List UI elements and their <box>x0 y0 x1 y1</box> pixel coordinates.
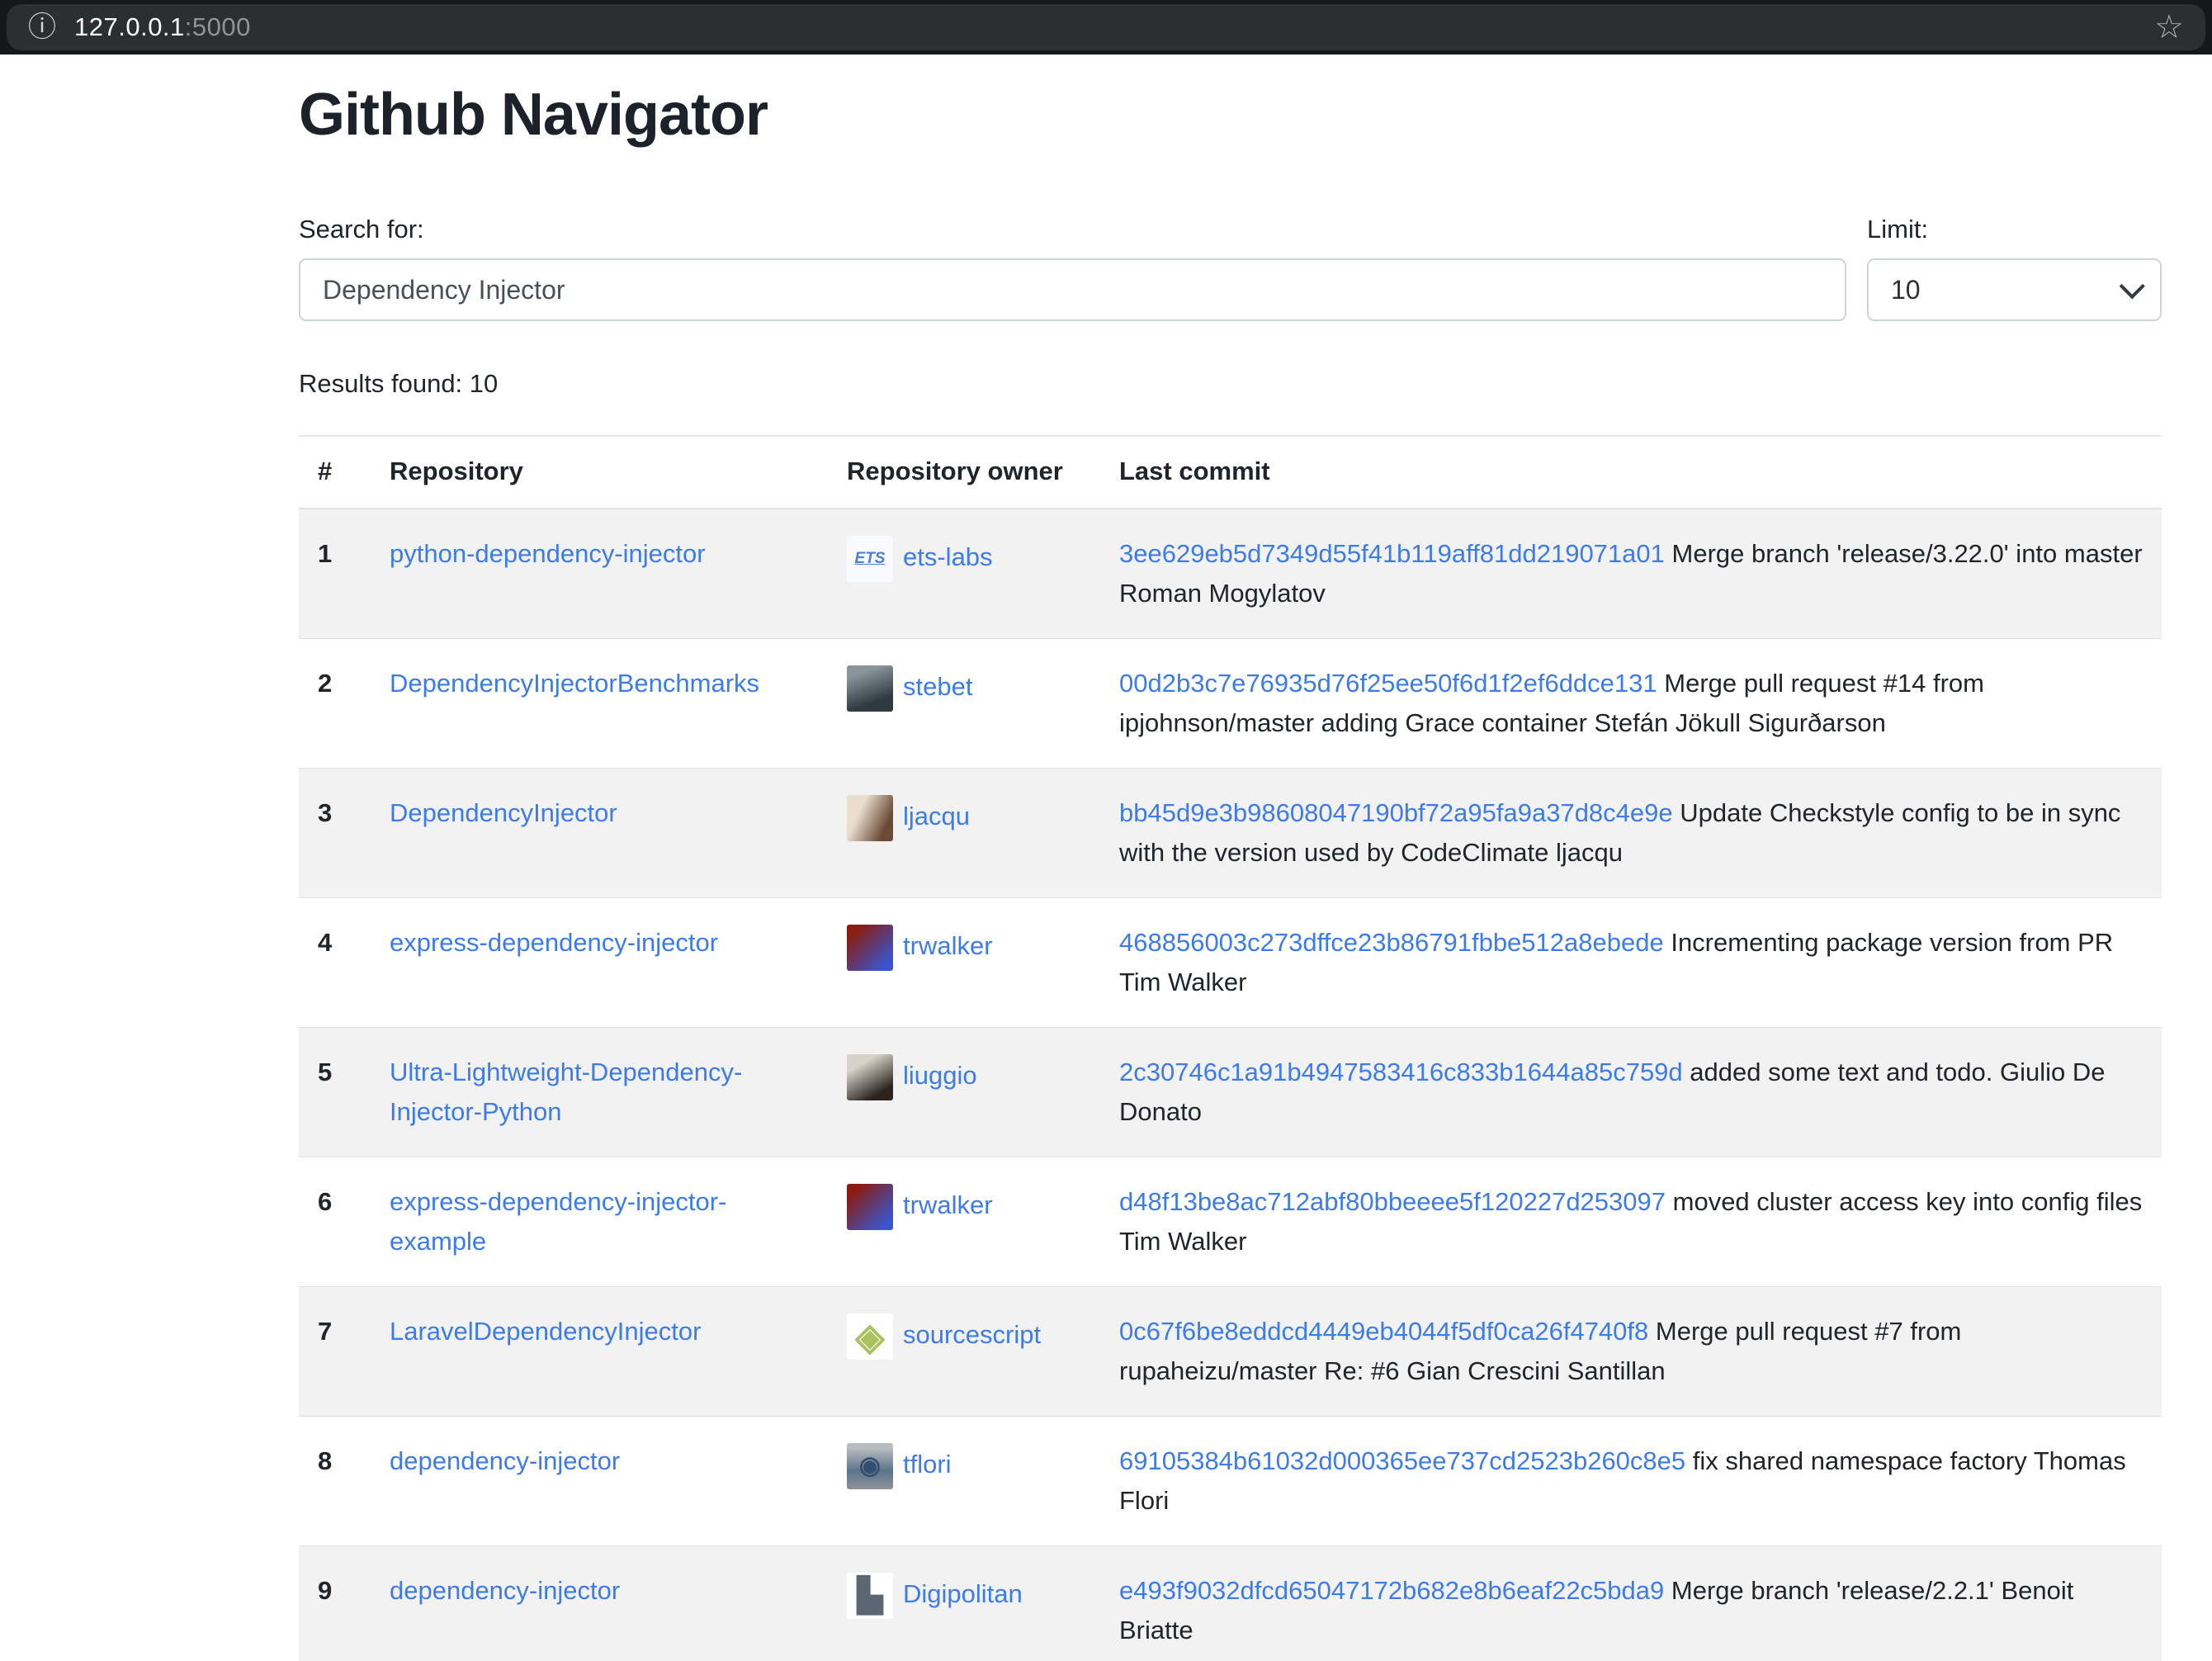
row-index: 6 <box>299 1157 371 1287</box>
results-table: # Repository Repository owner Last commi… <box>299 437 2162 1661</box>
search-controls-row: Search for: Limit: 10 <box>299 215 2162 321</box>
table-row: 5 Ultra-Lightweight-Dependency-Injector-… <box>299 1028 2162 1157</box>
commit-hash-link[interactable]: 2c30746c1a91b4947583416c833b1644a85c759d <box>1119 1058 1683 1086</box>
avatar-glyph: ◉ <box>859 1454 881 1479</box>
repository-link[interactable]: express-dependency-injector <box>390 928 718 957</box>
address-bar[interactable]: ⓘ 127.0.0.1:5000 ☆ <box>7 4 2205 50</box>
commit-hash-link[interactable]: 0c67f6be8eddcd4449eb4044f5df0ca26f4740f8 <box>1119 1317 1648 1346</box>
limit-selected-value: 10 <box>1891 275 1921 305</box>
table-row: 1 python-dependency-injector ETS ets-labs… <box>299 509 2162 639</box>
row-index: 7 <box>299 1287 371 1417</box>
owner-link[interactable]: sourcescript <box>903 1320 1041 1349</box>
owner-link[interactable]: stebet <box>903 672 972 701</box>
column-header-num: # <box>299 437 371 509</box>
avatar: ◈ <box>847 1313 893 1360</box>
column-header-repository: Repository <box>371 437 828 509</box>
avatar: ETS <box>847 536 893 582</box>
limit-label: Limit: <box>1867 215 2162 244</box>
repository-link[interactable]: python-dependency-injector <box>390 539 706 568</box>
avatar-glyph: ◈ <box>855 1318 884 1356</box>
limit-select[interactable]: 10 <box>1867 258 2162 321</box>
owner-link[interactable]: ljacqu <box>903 802 970 830</box>
table-header-row: # Repository Repository owner Last commi… <box>299 437 2162 509</box>
table-row: 2 DependencyInjectorBenchmarks stebet 00… <box>299 639 2162 769</box>
owner-link[interactable]: trwalker <box>903 1190 993 1219</box>
owner-link[interactable]: ets-labs <box>903 542 993 571</box>
row-index: 3 <box>299 769 371 898</box>
repository-link[interactable]: express-dependency-injector-example <box>390 1187 726 1256</box>
table-row: 7 LaravelDependencyInjector ◈ sourcescrip… <box>299 1287 2162 1417</box>
table-row: 9 dependency-injector ▙ Digipolitan e493f… <box>299 1546 2162 1661</box>
page-title: Github Navigator <box>299 81 2162 149</box>
owner-link[interactable]: Digipolitan <box>903 1579 1023 1608</box>
commit-hash-link[interactable]: d48f13be8ac712abf80bbeeee5f120227d253097 <box>1119 1187 1666 1216</box>
commit-hash-link[interactable]: 69105384b61032d000365ee737cd2523b260c8e5 <box>1119 1446 1685 1475</box>
search-input[interactable] <box>299 258 1846 321</box>
repository-link[interactable]: LaravelDependencyInjector <box>390 1317 701 1346</box>
avatar <box>847 795 893 841</box>
avatar-glyph: ETS <box>855 551 886 566</box>
page-container: Github Navigator Search for: Limit: 10 R… <box>299 81 2162 1661</box>
results-summary: Results found: 10 <box>299 369 2162 399</box>
row-index: 2 <box>299 639 371 769</box>
commit-hash-link[interactable]: e493f9032dfcd65047172b682e8b6eaf22c5bda9 <box>1119 1576 1664 1605</box>
repository-link[interactable]: dependency-injector <box>390 1576 620 1605</box>
table-row: 4 express-dependency-injector trwalker 4… <box>299 898 2162 1028</box>
bookmark-star-icon[interactable]: ☆ <box>2154 11 2184 44</box>
row-index: 4 <box>299 898 371 1028</box>
column-header-last-commit: Last commit <box>1100 437 2162 509</box>
site-info-icon[interactable]: ⓘ <box>28 13 56 41</box>
chevron-down-icon <box>2120 273 2145 299</box>
avatar-glyph: ▙ <box>858 1579 883 1612</box>
avatar <box>847 1184 893 1230</box>
results-table-body: 1 python-dependency-injector ETS ets-labs… <box>299 509 2162 1661</box>
commit-hash-link[interactable]: 468856003c273dffce23b86791fbbe512a8ebede <box>1119 928 1664 957</box>
row-index: 1 <box>299 509 371 639</box>
column-header-owner: Repository owner <box>828 437 1100 509</box>
repository-link[interactable]: dependency-injector <box>390 1446 620 1475</box>
repository-link[interactable]: DependencyInjector <box>390 798 617 827</box>
commit-hash-link[interactable]: 00d2b3c7e76935d76f25ee50f6d1f2ef6ddce131 <box>1119 669 1657 698</box>
avatar <box>847 665 893 712</box>
commit-hash-link[interactable]: 3ee629eb5d7349d55f41b119aff81dd219071a01 <box>1119 539 1665 568</box>
owner-link[interactable]: trwalker <box>903 931 993 960</box>
avatar <box>847 925 893 971</box>
avatar <box>847 1054 893 1100</box>
repository-link[interactable]: Ultra-Lightweight-Dependency-Injector-Py… <box>390 1058 742 1126</box>
table-row: 8 dependency-injector ◉ tflori 69105384b6… <box>299 1417 2162 1546</box>
search-label: Search for: <box>299 215 1846 244</box>
url-host: 127.0.0.1 <box>74 12 185 42</box>
commit-hash-link[interactable]: bb45d9e3b98608047190bf72a95fa9a37d8c4e9e <box>1119 798 1673 827</box>
row-index: 9 <box>299 1546 371 1661</box>
repository-link[interactable]: DependencyInjectorBenchmarks <box>390 669 759 698</box>
owner-link[interactable]: liuggio <box>903 1061 977 1090</box>
table-row: 6 express-dependency-injector-example tr… <box>299 1157 2162 1287</box>
table-row: 3 DependencyInjector ljacqu bb45d9e3b986… <box>299 769 2162 898</box>
row-index: 8 <box>299 1417 371 1546</box>
browser-chrome-bar: ⓘ 127.0.0.1:5000 ☆ <box>0 0 2212 54</box>
avatar: ◉ <box>847 1443 893 1489</box>
avatar: ▙ <box>847 1573 893 1619</box>
url-port: :5000 <box>185 12 251 42</box>
owner-link[interactable]: tflori <box>903 1450 952 1479</box>
row-index: 5 <box>299 1028 371 1157</box>
